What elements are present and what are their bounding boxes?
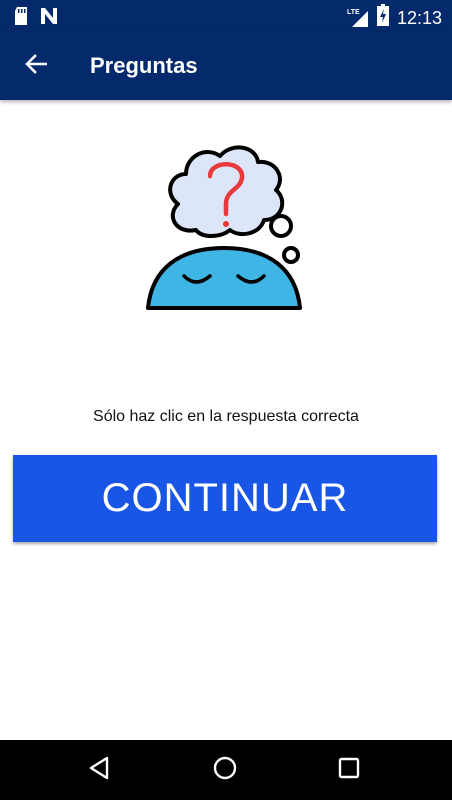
status-right-icons: LTE 12:13 <box>347 4 442 31</box>
n-notification-icon <box>40 7 58 30</box>
nav-home-button[interactable] <box>205 750 245 790</box>
signal-icon: LTE <box>347 7 369 29</box>
thinking-head-question-icon <box>140 138 310 318</box>
status-left-icons <box>14 7 58 30</box>
screen: LTE 12:13 Preguntas Sólo haz clic en la … <box>0 0 452 800</box>
recents-square-icon <box>338 757 360 784</box>
continue-button[interactable]: CONTINUAR <box>13 455 437 542</box>
page-title: Preguntas <box>90 53 198 78</box>
status-bar: LTE 12:13 <box>0 0 452 32</box>
arrow-left-icon <box>25 53 48 79</box>
nav-recents-button[interactable] <box>329 750 369 790</box>
instruction-text: Sólo haz clic en la respuesta correcta <box>93 408 359 425</box>
back-triangle-icon <box>88 756 110 785</box>
navigation-bar <box>0 740 452 800</box>
sd-card-icon <box>14 7 28 30</box>
nav-back-button[interactable] <box>79 750 119 790</box>
status-time: 12:13 <box>396 7 442 28</box>
back-button[interactable] <box>16 46 56 86</box>
battery-charging-icon <box>376 4 389 31</box>
home-circle-icon <box>212 755 238 786</box>
continue-button-label: CONTINUAR <box>101 476 349 520</box>
app-bar: Preguntas <box>0 32 452 100</box>
